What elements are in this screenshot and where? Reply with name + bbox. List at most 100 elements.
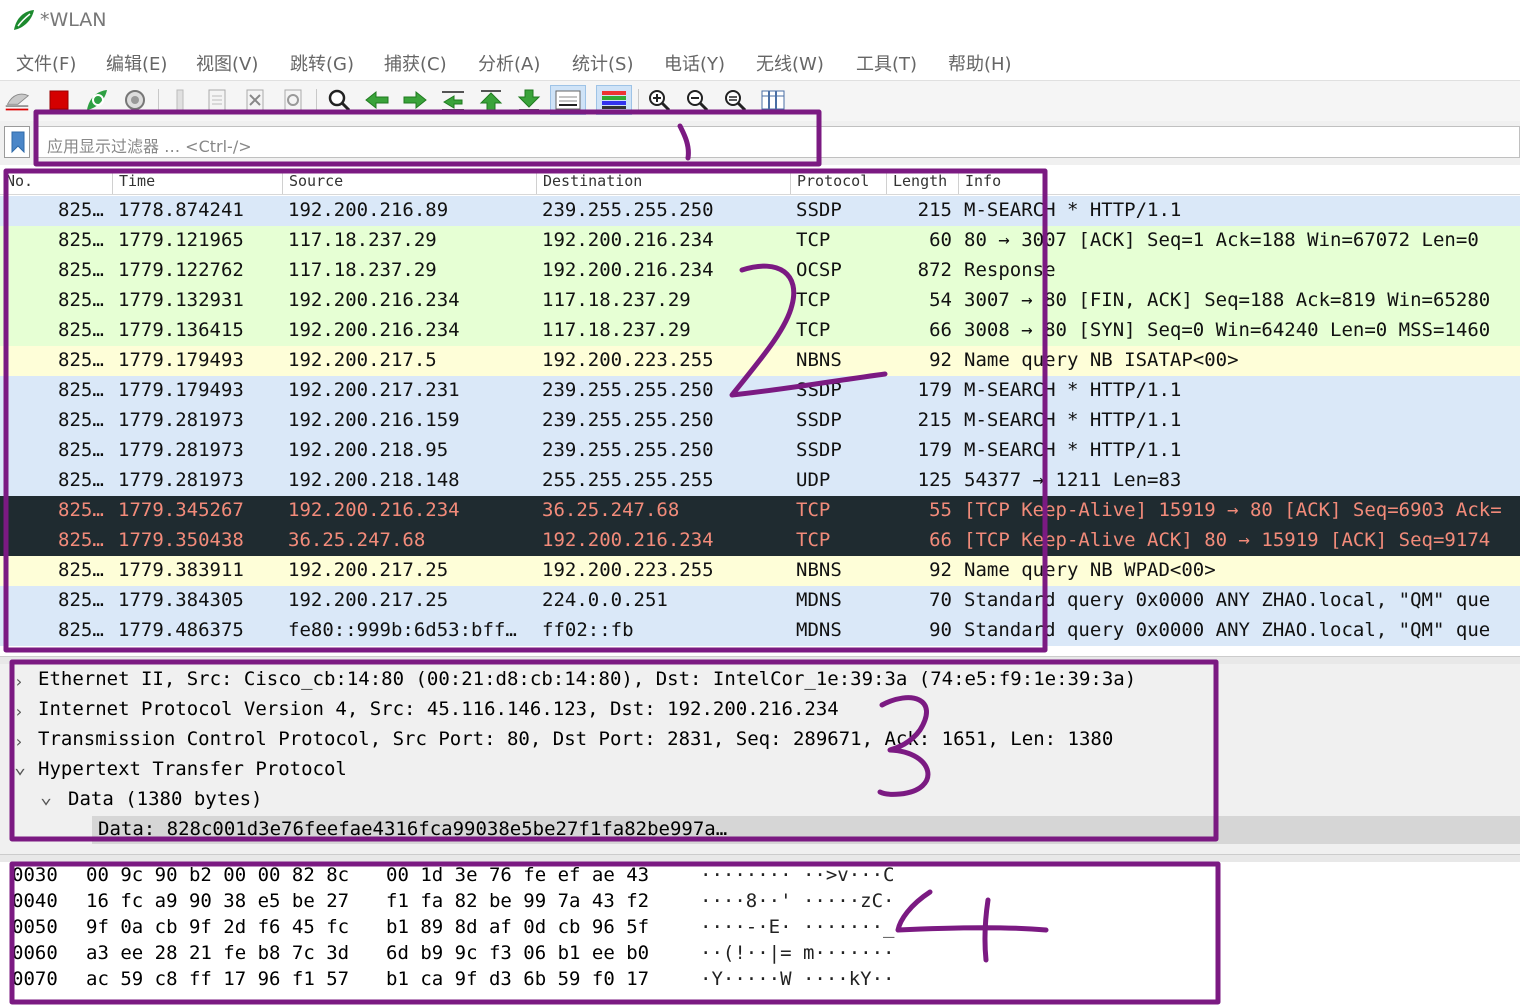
menu-view[interactable]: 视图(V) bbox=[196, 50, 258, 76]
hex-ascii[interactable]: ····-·E· ·······_ bbox=[700, 916, 894, 942]
hex-bytes[interactable]: 9f 0a cb 9f 2d f6 45 fc bbox=[86, 916, 349, 942]
hex-bytes[interactable]: ac 59 c8 ff 17 96 f1 57 bbox=[86, 968, 349, 994]
packet-row[interactable]: 825… 1779.384305 192.200.217.25 224.0.0.251… bbox=[0, 586, 1520, 616]
expanded-chevron-icon[interactable]: ⌄ bbox=[40, 784, 52, 808]
hex-bytes[interactable]: 16 fc a9 90 38 e5 be 27 bbox=[86, 890, 349, 916]
go-to-packet-icon[interactable] bbox=[440, 87, 466, 113]
hex-offset[interactable]: 0040 bbox=[12, 890, 58, 916]
packet-row[interactable]: 825… 1779.281973 192.200.218.95 239.255.255… bbox=[0, 436, 1520, 466]
column-header-info[interactable]: Info bbox=[958, 172, 1520, 194]
packet-row[interactable]: 825… 1779.179493 192.200.217.5 192.200.223.… bbox=[0, 346, 1520, 376]
go-back-icon[interactable] bbox=[364, 87, 390, 113]
packet-cell-info: [TCP Keep-Alive] 15919 → 80 [ACK] Seq=69… bbox=[964, 499, 1502, 521]
reload-file-icon[interactable] bbox=[280, 87, 306, 113]
packet-row[interactable]: 825… 1779.136415 192.200.216.234 117.18.237… bbox=[0, 316, 1520, 346]
find-packet-icon[interactable] bbox=[326, 87, 352, 113]
save-file-icon[interactable] bbox=[204, 87, 230, 113]
column-header-length[interactable]: Length bbox=[886, 172, 958, 194]
autoscroll-icon[interactable] bbox=[550, 85, 586, 115]
packet-row[interactable]: 825… 1779.345267 192.200.216.234 36.25.247.… bbox=[0, 496, 1520, 526]
display-filter-input[interactable]: 应用显示过滤器 … <Ctrl-/> bbox=[36, 126, 1520, 158]
last-packet-icon[interactable] bbox=[516, 87, 542, 113]
detail-tree-item[interactable]: Ethernet II, Src: Cisco_cb:14:80 (00:21:… bbox=[38, 668, 1136, 698]
hex-ascii[interactable]: ····8··' ·····zC· bbox=[700, 890, 894, 916]
hex-offset[interactable]: 0050 bbox=[12, 916, 58, 942]
packet-cell-dst: 255.255.255.255 bbox=[542, 469, 714, 491]
collapsed-chevron-icon[interactable]: › bbox=[14, 702, 24, 721]
hex-offset[interactable]: 0060 bbox=[12, 942, 58, 968]
packet-row[interactable]: 825… 1779.281973 192.200.218.148 255.255.25… bbox=[0, 466, 1520, 496]
menu-go[interactable]: 跳转(G) bbox=[290, 50, 354, 76]
packet-row[interactable]: 825… 1779.179493 192.200.217.231 239.255.25… bbox=[0, 376, 1520, 406]
hex-ascii[interactable]: ········ ··>v···C bbox=[700, 864, 894, 890]
hex-offset[interactable]: 0070 bbox=[12, 968, 58, 994]
menu-telephony[interactable]: 电话(Y) bbox=[664, 50, 725, 76]
hex-bytes[interactable]: b1 89 8d af 0d cb 96 5f bbox=[386, 916, 649, 942]
packet-cell-no: 825… bbox=[58, 619, 104, 641]
column-header-destination[interactable]: Destination bbox=[536, 172, 790, 194]
menu-wireless[interactable]: 无线(W) bbox=[756, 50, 824, 76]
resize-columns-icon[interactable] bbox=[760, 87, 786, 113]
menu-statistics[interactable]: 统计(S) bbox=[572, 50, 633, 76]
stop-capture-icon[interactable] bbox=[46, 87, 72, 113]
detail-tree-item[interactable]: Internet Protocol Version 4, Src: 45.116… bbox=[38, 698, 839, 728]
hex-offset[interactable]: 0030 bbox=[12, 864, 58, 890]
packet-cell-proto: OCSP bbox=[796, 259, 842, 281]
packet-row[interactable]: 825… 1779.281973 192.200.216.159 239.255.25… bbox=[0, 406, 1520, 436]
packet-cell-no: 825… bbox=[58, 469, 104, 491]
packet-row[interactable]: 825… 1779.122762 117.18.237.29 192.200.216.… bbox=[0, 256, 1520, 286]
packet-row[interactable]: 825… 1779.350438 36.25.247.68 192.200.216.2… bbox=[0, 526, 1520, 556]
detail-tree-item[interactable]: Hypertext Transfer Protocol bbox=[38, 758, 347, 788]
packet-row[interactable]: 825… 1779.132931 192.200.216.234 117.18.237… bbox=[0, 286, 1520, 316]
collapsed-chevron-icon[interactable]: › bbox=[14, 672, 24, 691]
packet-row[interactable]: 825… 1779.121965 117.18.237.29 192.200.216.… bbox=[0, 226, 1520, 256]
detail-tree-item[interactable]: Data (1380 bytes) bbox=[68, 788, 262, 818]
packet-cell-no: 825… bbox=[58, 439, 104, 461]
filter-bookmark-button[interactable] bbox=[4, 126, 30, 158]
close-file-icon[interactable] bbox=[242, 87, 268, 113]
menu-capture[interactable]: 捕获(C) bbox=[384, 50, 447, 76]
packet-cell-src: 192.200.216.234 bbox=[288, 289, 460, 311]
menu-help[interactable]: 帮助(H) bbox=[948, 50, 1012, 76]
go-forward-icon[interactable] bbox=[402, 87, 428, 113]
hex-bytes[interactable]: 00 9c 90 b2 00 00 82 8c bbox=[86, 864, 349, 890]
packet-row[interactable]: 825… 1779.383911 192.200.217.25 192.200.223… bbox=[0, 556, 1520, 586]
normal-size-icon[interactable] bbox=[722, 87, 748, 113]
packet-cell-len: 55 bbox=[929, 499, 952, 521]
hex-bytes[interactable]: a3 ee 28 21 fe b8 7c 3d bbox=[86, 942, 349, 968]
column-header-no[interactable]: No. bbox=[0, 172, 112, 194]
open-file-icon[interactable] bbox=[166, 87, 192, 113]
restart-capture-icon[interactable] bbox=[84, 87, 110, 113]
menu-edit[interactable]: 编辑(E) bbox=[106, 50, 167, 76]
zoom-in-icon[interactable] bbox=[646, 87, 672, 113]
shark-fin-start-icon[interactable] bbox=[4, 87, 30, 113]
detail-tree-item[interactable]: Data: 828c001d3e76feefae4316fca99038e5be… bbox=[98, 818, 727, 848]
detail-tree-item[interactable]: Transmission Control Protocol, Src Port:… bbox=[38, 728, 1113, 758]
hex-bytes[interactable]: 00 1d 3e 76 fe ef ae 43 bbox=[386, 864, 649, 890]
packet-cell-len: 92 bbox=[929, 349, 952, 371]
capture-options-icon[interactable] bbox=[122, 87, 148, 113]
packet-cell-no: 825… bbox=[58, 289, 104, 311]
expanded-chevron-icon[interactable]: ⌄ bbox=[14, 754, 26, 778]
hex-bytes[interactable]: b1 ca 9f d3 6b 59 f0 17 bbox=[386, 968, 649, 994]
zoom-out-icon[interactable] bbox=[684, 87, 710, 113]
hex-bytes[interactable]: f1 fa 82 be 99 7a 43 f2 bbox=[386, 890, 649, 916]
hex-ascii[interactable]: ··(!··|= m······· bbox=[700, 942, 894, 968]
menu-file[interactable]: 文件(F) bbox=[16, 50, 76, 76]
menu-tools[interactable]: 工具(T) bbox=[856, 50, 917, 76]
hex-bytes[interactable]: 6d b9 9c f3 06 b1 ee b0 bbox=[386, 942, 649, 968]
packet-details: › Ethernet II, Src: Cisco_cb:14:80 (00:21… bbox=[0, 664, 1520, 854]
packet-cell-time: 1779.122762 bbox=[118, 259, 244, 281]
first-packet-icon[interactable] bbox=[478, 87, 504, 113]
collapsed-chevron-icon[interactable]: › bbox=[14, 732, 24, 751]
packet-cell-src: 192.200.216.234 bbox=[288, 319, 460, 341]
packet-row[interactable]: 825… 1778.874241 192.200.216.89 239.255.255… bbox=[0, 196, 1520, 226]
hex-ascii[interactable]: ·Y·····W ····kY·· bbox=[700, 968, 894, 994]
column-header-source[interactable]: Source bbox=[282, 172, 536, 194]
colorize-icon[interactable] bbox=[596, 85, 632, 115]
packet-cell-no: 825… bbox=[58, 559, 104, 581]
menu-analyze[interactable]: 分析(A) bbox=[478, 50, 540, 76]
packet-row[interactable]: 825… 1779.486375 fe80::999b:6d53:bff… ff02:… bbox=[0, 616, 1520, 646]
column-header-protocol[interactable]: Protocol bbox=[790, 172, 886, 194]
column-header-time[interactable]: Time bbox=[112, 172, 282, 194]
